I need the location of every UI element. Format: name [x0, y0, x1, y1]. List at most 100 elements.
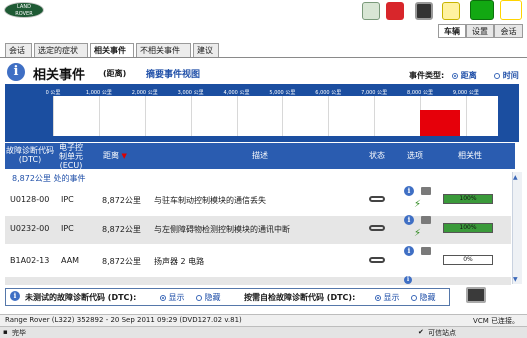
tab-recommendations[interactable]: 建议 — [193, 43, 219, 57]
self-test-hide-option[interactable]: 隐藏 — [411, 292, 436, 303]
header-dtc[interactable]: 故障诊断代码 (DTC) — [5, 146, 55, 164]
row-info-icon[interactable]: i — [404, 246, 414, 256]
chart-tick-label: 2,000 公里 — [131, 90, 158, 96]
header-options[interactable]: 选项 — [400, 151, 430, 160]
action-icon[interactable]: ⚡ — [414, 229, 424, 239]
chart-tick-label: 5,000 公里 — [269, 90, 296, 96]
land-rover-logo: LAND ROVER — [4, 2, 44, 18]
chart-gridline — [328, 96, 330, 136]
tab-session-sub[interactable]: 会话 — [5, 43, 32, 57]
row-dtc: U0128-00 — [10, 195, 50, 204]
radio-time[interactable] — [494, 72, 500, 79]
untested-show-option[interactable]: 显示 — [160, 292, 185, 303]
radio-untested-show[interactable] — [160, 294, 166, 301]
camera-icon[interactable] — [421, 247, 431, 255]
page-subtitle: (距离) — [103, 69, 127, 78]
print-icon[interactable] — [466, 287, 486, 303]
untested-hide-option[interactable]: 隐藏 — [196, 292, 221, 303]
header-description[interactable]: 描述 — [230, 151, 290, 160]
row-ecu: AAM — [61, 256, 80, 265]
row-description: 与左侧障碍物检测控制模块的通讯中断 — [154, 225, 290, 234]
row-dtc: B1A02-13 — [10, 256, 50, 265]
row-description: 与驻车制动控制模块的通信丢失 — [154, 196, 266, 205]
event-type-time[interactable]: 时间 — [494, 70, 519, 81]
chart-tick-label: 6,000 公里 — [315, 90, 342, 96]
sort-desc-icon: ▼ — [121, 152, 127, 160]
chart-tick-label: 7,000 公里 — [361, 90, 388, 96]
chart-gridline — [98, 96, 100, 136]
chart-tick-label: 9,000 公里 — [452, 90, 479, 96]
table-row[interactable]: B1A02-13 AAM 8,872公里 扬声器 2 电路 i 0% — [5, 244, 511, 277]
table-scrollbar[interactable] — [512, 172, 522, 284]
chart-gridline — [374, 96, 376, 136]
printer-icon[interactable] — [415, 2, 433, 20]
row-distance: 8,872公里 — [102, 225, 141, 234]
browser-status-bar: ▪ 完毕 ✔ 可信站点 — [0, 326, 527, 338]
network-icon[interactable] — [362, 2, 380, 20]
trusted-site-icon: ✔ — [418, 328, 424, 336]
action-icon[interactable]: ⚡ — [414, 200, 424, 210]
row-info-icon[interactable]: i — [404, 276, 412, 284]
row-distance: 8,872公里 — [102, 196, 141, 205]
chart-gridline — [190, 96, 192, 136]
chart-tick-label: 3,000 公里 — [177, 90, 204, 96]
link-status-icon — [369, 196, 385, 202]
relevance-bar: 100% — [443, 223, 493, 233]
tab-settings[interactable]: 设置 — [466, 24, 494, 38]
tab-session[interactable]: 会话 — [494, 24, 523, 38]
done-icon: ▪ — [3, 328, 8, 336]
radio-self-test-hide[interactable] — [411, 294, 417, 301]
header-relevance[interactable]: 相关性 — [450, 151, 490, 160]
event-type-distance[interactable]: 距离 — [452, 70, 477, 81]
row-info-icon[interactable]: i — [404, 186, 414, 196]
chart-gridline — [465, 96, 467, 136]
radio-untested-hide[interactable] — [196, 294, 202, 301]
tab-unrelated-events[interactable]: 不相关事件 — [136, 43, 191, 57]
row-dtc: U0232-00 — [10, 224, 50, 233]
chart-gridline — [236, 96, 238, 136]
link-status-icon — [369, 225, 385, 231]
row-distance: 8,872公里 — [102, 257, 141, 266]
tab-selected-symptoms[interactable]: 选定的症状 — [34, 43, 88, 57]
tab-divider — [0, 57, 527, 58]
table-row-partial: i — [5, 276, 511, 285]
chart-tick-label: 8,000 公里 — [407, 90, 433, 96]
radio-distance[interactable] — [452, 72, 458, 79]
link-status-icon — [369, 257, 385, 263]
relevance-bar: 0% — [443, 255, 493, 265]
chart-gridline — [53, 96, 54, 136]
chart-tick-label: 1,000 公里 — [85, 90, 112, 96]
chart-event-bar[interactable] — [420, 110, 460, 136]
notes-icon[interactable] — [442, 2, 460, 20]
relevance-bar: 100% — [443, 194, 493, 204]
tab-related-events[interactable]: 相关事件 — [90, 43, 134, 57]
vehicle-info: Range Rover (L322) 352892 - 20 Sep 2011 … — [5, 316, 242, 324]
header-ecu[interactable]: 电子控制单元 (ECU) — [56, 143, 86, 170]
table-row[interactable]: U0128-00 IPC 8,872公里 与驻车制动控制模块的通信丢失 i ⚡ … — [5, 183, 511, 216]
vehicle-status-icon[interactable] — [470, 0, 494, 20]
chart-gridline — [282, 96, 284, 136]
radio-self-test-show[interactable] — [375, 294, 381, 301]
row-ecu: IPC — [61, 195, 74, 204]
summary-view-link[interactable]: 摘要事件视图 — [146, 67, 200, 80]
page-title: 相关事件 — [33, 68, 86, 83]
header-status[interactable]: 状态 — [364, 151, 390, 160]
event-type-label: 事件类型: — [409, 71, 445, 80]
header-distance[interactable]: 距离 ▼ — [103, 151, 143, 161]
row-ecu: IPC — [61, 224, 74, 233]
chart-gridline — [144, 96, 146, 136]
help-icon[interactable] — [500, 0, 522, 20]
camera-icon[interactable] — [421, 216, 431, 224]
self-test-show-option[interactable]: 显示 — [375, 292, 400, 303]
row-info-icon[interactable]: i — [404, 215, 414, 225]
fuel-pump-icon[interactable] — [386, 2, 404, 20]
scroll-up-icon[interactable]: ▲ — [513, 174, 518, 181]
camera-icon[interactable] — [421, 187, 431, 195]
scroll-down-icon[interactable]: ▼ — [513, 276, 518, 283]
info-icon: i — [7, 63, 25, 81]
row-description: 扬声器 2 电路 — [154, 257, 205, 266]
filter-info-icon: i — [10, 291, 20, 301]
untested-dtc-label: 未测试的故障诊断代码 (DTC): — [25, 293, 137, 302]
chart-tick-label: 4,000 公里 — [223, 90, 250, 96]
tab-vehicle[interactable]: 车辆 — [438, 24, 466, 38]
